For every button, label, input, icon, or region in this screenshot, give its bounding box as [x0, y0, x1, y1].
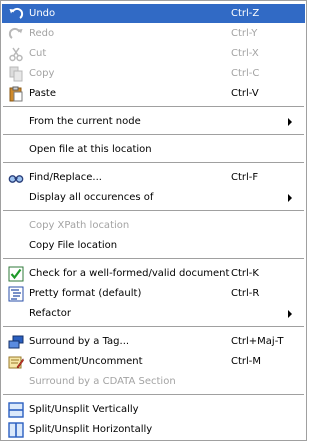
- menu-item-label: Check for a well-formed/valid document: [29, 268, 230, 279]
- comment-icon: [8, 354, 24, 370]
- menu-item-label: Surround by a CDATA Section: [29, 376, 176, 387]
- menu-item-label: Split/Unsplit Vertically: [29, 404, 139, 415]
- menu-item-shortcut: Ctrl-M: [231, 356, 262, 367]
- menu-item-label: Open file at this location: [29, 144, 152, 155]
- menu-item-label: Undo: [29, 8, 56, 19]
- menu-item-label: Pretty format (default): [29, 288, 142, 299]
- menu-item-shortcut: Ctrl-F: [231, 172, 259, 183]
- menu-item-label: Find/Replace...: [29, 172, 102, 183]
- menu-item-label: Copy XPath location: [29, 220, 130, 231]
- menu-item-surround-cdata[interactable]: Surround by a CDATA Section: [2, 372, 305, 391]
- menu-item-shortcut: Ctrl-V: [231, 88, 259, 99]
- menu-separator: [3, 162, 304, 163]
- menu-item-undo[interactable]: Undo Ctrl-Z: [2, 4, 305, 23]
- menu-item-paste[interactable]: Paste Ctrl-V: [2, 84, 305, 103]
- validate-check-icon: [8, 266, 24, 282]
- menu-item-open-file-location[interactable]: Open file at this location: [2, 140, 305, 159]
- menu-item-shortcut: Ctrl+Maj-T: [231, 336, 284, 347]
- menu-item-shortcut: Ctrl-Y: [231, 28, 258, 39]
- menu-item-shortcut: Ctrl-X: [231, 48, 259, 59]
- surround-tag-icon: [8, 334, 24, 350]
- menu-item-label: Refactor: [29, 308, 71, 319]
- menu-item-label: Display all occurences of: [29, 192, 154, 203]
- menu-item-pretty-format[interactable]: Pretty format (default) Ctrl-R: [2, 284, 305, 303]
- menu-item-split-vertically[interactable]: Split/Unsplit Vertically: [2, 400, 305, 419]
- menu-item-copy-xpath-location[interactable]: Copy XPath location: [2, 216, 305, 235]
- menu-item-label: Split/Unsplit Horizontally: [29, 424, 153, 435]
- menu-separator: [3, 394, 304, 395]
- menu-item-split-horizontally[interactable]: Split/Unsplit Horizontally: [2, 420, 305, 439]
- menu-item-label: Paste: [29, 88, 56, 99]
- menu-separator: [3, 210, 304, 211]
- menu-item-copy-file-location[interactable]: Copy File location: [2, 236, 305, 255]
- menu-item-display-all-occurences[interactable]: Display all occurences of: [2, 188, 305, 207]
- menu-item-label: Copy File location: [29, 240, 118, 251]
- pretty-format-icon: [8, 286, 24, 302]
- menu-item-find-replace[interactable]: Find/Replace... Ctrl-F: [2, 168, 305, 187]
- menu-item-from-current-node[interactable]: From the current node: [2, 112, 305, 131]
- menu-item-shortcut: Ctrl-Z: [231, 8, 260, 19]
- menu-item-comment-uncomment[interactable]: Comment/Uncomment Ctrl-M: [2, 352, 305, 371]
- submenu-arrow-icon: [288, 309, 292, 318]
- menu-separator: [3, 326, 304, 327]
- menu-item-surround-tag[interactable]: Surround by a Tag... Ctrl+Maj-T: [2, 332, 305, 351]
- copy-icon: [8, 66, 24, 82]
- menu-separator: [3, 134, 304, 135]
- context-menu: Undo Ctrl-Z Redo Ctrl-Y Cut Ctrl-X Copy …: [0, 0, 307, 441]
- menu-separator: [3, 258, 304, 259]
- menu-item-copy[interactable]: Copy Ctrl-C: [2, 64, 305, 83]
- cut-icon: [8, 46, 24, 62]
- menu-item-shortcut: Ctrl-R: [231, 288, 260, 299]
- submenu-arrow-icon: [288, 117, 292, 126]
- find-replace-icon: [8, 170, 24, 186]
- submenu-arrow-icon: [288, 193, 292, 202]
- redo-icon: [8, 26, 24, 42]
- undo-icon: [8, 6, 24, 22]
- menu-item-label: Surround by a Tag...: [29, 336, 130, 347]
- menu-item-label: Redo: [29, 28, 55, 39]
- menu-item-label: Comment/Uncomment: [29, 356, 143, 367]
- menu-item-label: Cut: [29, 48, 47, 59]
- menu-item-shortcut: Ctrl-C: [231, 68, 260, 79]
- menu-item-cut[interactable]: Cut Ctrl-X: [2, 44, 305, 63]
- menu-item-redo[interactable]: Redo Ctrl-Y: [2, 24, 305, 43]
- menu-separator: [3, 106, 304, 107]
- menu-item-label: Copy: [29, 68, 55, 79]
- menu-item-refactor[interactable]: Refactor: [2, 304, 305, 323]
- paste-icon: [8, 86, 24, 102]
- menu-item-check-well-formed[interactable]: Check for a well-formed/valid document C…: [2, 264, 305, 283]
- split-vertical-icon: [8, 401, 24, 418]
- split-horizontal-icon: [8, 421, 24, 438]
- menu-item-shortcut: Ctrl-K: [231, 268, 259, 279]
- menu-item-label: From the current node: [29, 116, 141, 127]
